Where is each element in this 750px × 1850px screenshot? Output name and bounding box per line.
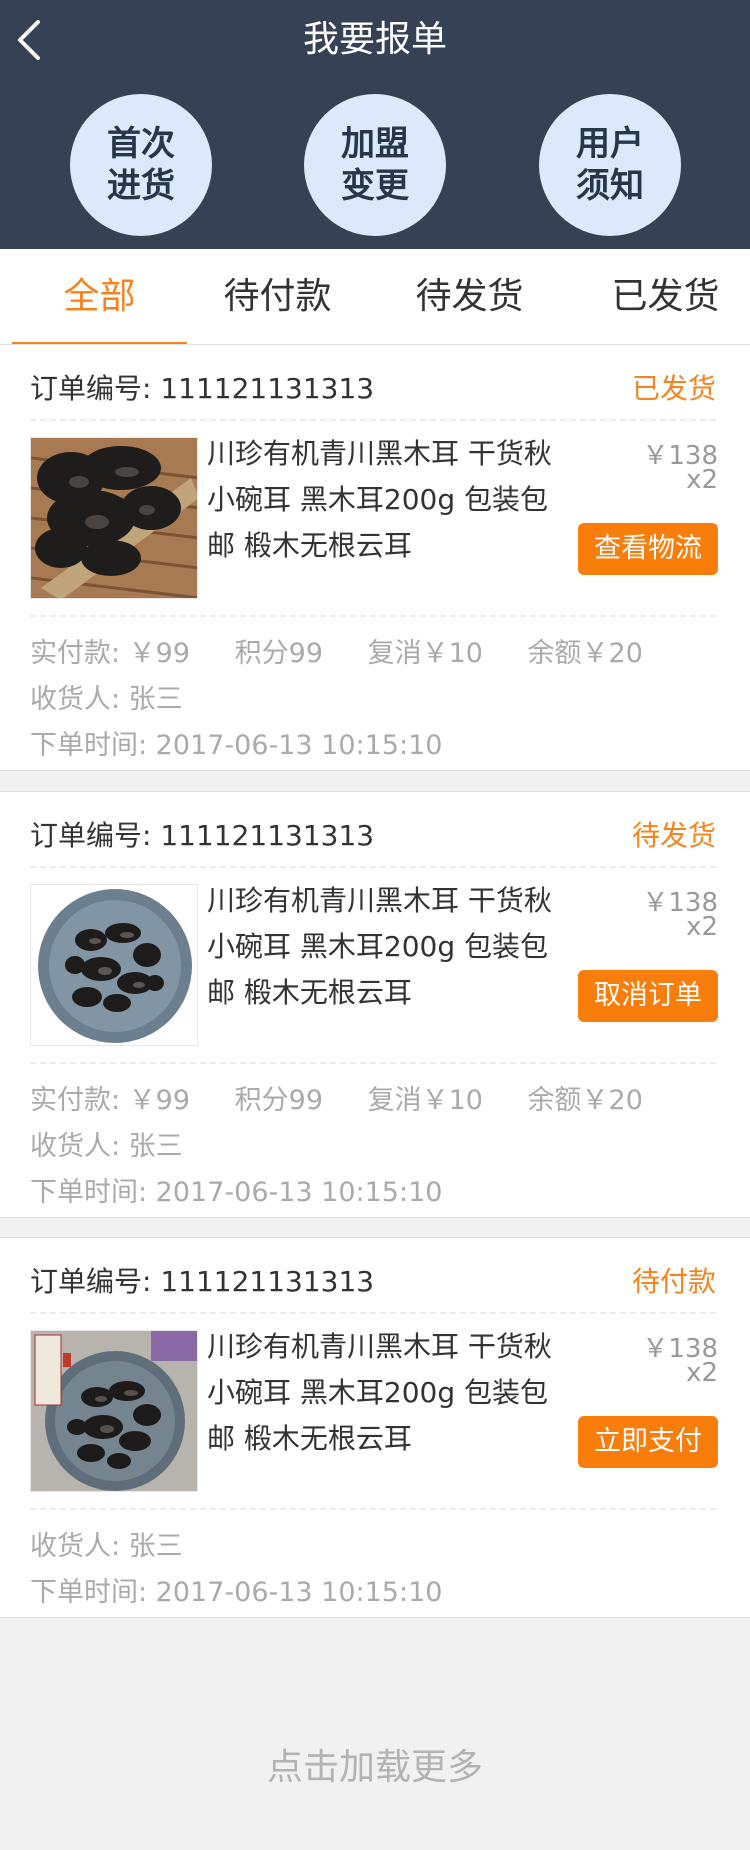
paid-amount: 实付款: ￥99	[30, 638, 191, 669]
tab-all[interactable]: 全部	[12, 249, 187, 345]
divider	[30, 1508, 716, 1510]
order-number: 订单编号: 111121131313	[30, 1265, 375, 1298]
product-name[interactable]: 川珍有机青川黑木耳 干货秋小碗耳 黑木耳200g 包装包邮 椴木无根云耳	[207, 1324, 557, 1462]
tab-shipped[interactable]: 已发货	[578, 249, 750, 345]
divider	[30, 615, 716, 617]
first-stock-button[interactable]: 首次进货	[70, 94, 212, 236]
payment-summary: 实付款: ￥99 积分99 复消￥10 余额￥20	[30, 631, 679, 670]
product-image[interactable]	[30, 437, 198, 599]
product-image[interactable]	[30, 884, 198, 1046]
order-number: 订单编号: 111121131313	[30, 372, 375, 405]
load-more-button[interactable]: 点击加载更多	[0, 1738, 750, 1790]
page-title: 我要报单	[302, 19, 447, 60]
order-card: 订单编号: 111121131313 已发货 川珍有机青川黑木耳 干货秋小碗耳 …	[0, 344, 750, 771]
payment-summary: 实付款: ￥99 积分99 复消￥10 余额￥20	[30, 1078, 679, 1117]
product-image[interactable]	[30, 1330, 198, 1492]
divider	[30, 419, 716, 421]
product-photo-mushroom-plate	[31, 885, 197, 1045]
product-photo-mushroom-basket	[31, 438, 197, 598]
order-number: 订单编号: 111121131313	[30, 819, 375, 852]
tab-pending-payment[interactable]: 待付款	[190, 249, 365, 345]
divider	[30, 1062, 716, 1064]
resale-amount: 复消￥10	[367, 1085, 483, 1116]
order-card: 订单编号: 111121131313 待付款 川珍有机青川黑木耳 干货秋小碗耳 …	[0, 1237, 750, 1618]
header-bar: 我要报单 首次进货 加盟变更 用户须知	[0, 0, 750, 249]
balance-amount: 余额￥20	[527, 1085, 643, 1116]
divider	[30, 1312, 716, 1314]
resale-amount: 复消￥10	[367, 638, 483, 669]
points: 积分99	[234, 1085, 323, 1116]
order-time: 下单时间: 2017-06-13 10:15:10	[30, 1177, 443, 1208]
order-status: 已发货	[631, 372, 716, 405]
product-name[interactable]: 川珍有机青川黑木耳 干货秋小碗耳 黑木耳200g 包装包邮 椴木无根云耳	[207, 878, 557, 1016]
product-quantity: x2	[686, 912, 718, 942]
receiver: 收货人: 张三	[30, 1531, 183, 1562]
franchise-change-button[interactable]: 加盟变更	[304, 94, 446, 236]
order-time: 下单时间: 2017-06-13 10:15:10	[30, 730, 443, 761]
product-photo-mushroom-package	[31, 1331, 197, 1491]
points: 积分99	[234, 638, 323, 669]
balance-amount: 余额￥20	[527, 638, 643, 669]
order-card: 订单编号: 111121131313 待发货 川珍有机青川黑木耳 干货秋小碗耳 …	[0, 791, 750, 1218]
order-time: 下单时间: 2017-06-13 10:15:10	[30, 1577, 443, 1608]
cancel-order-button[interactable]: 取消订单	[578, 970, 718, 1022]
order-status: 待付款	[631, 1265, 716, 1298]
user-notice-label: 用户须知	[576, 124, 644, 206]
paid-amount: 实付款: ￥99	[30, 1085, 191, 1116]
receiver: 收货人: 张三	[30, 1131, 183, 1162]
order-tabs: 全部 待付款 待发货 已发货	[0, 249, 750, 345]
product-quantity: x2	[686, 1358, 718, 1388]
franchise-change-label: 加盟变更	[341, 124, 409, 206]
first-stock-label: 首次进货	[107, 124, 175, 206]
divider	[30, 866, 716, 868]
product-name[interactable]: 川珍有机青川黑木耳 干货秋小碗耳 黑木耳200g 包装包邮 椴木无根云耳	[207, 431, 557, 569]
receiver: 收货人: 张三	[30, 684, 183, 715]
user-notice-button[interactable]: 用户须知	[539, 94, 681, 236]
view-logistics-button[interactable]: 查看物流	[578, 523, 718, 575]
tab-pending-shipment[interactable]: 待发货	[382, 249, 557, 345]
pay-now-button[interactable]: 立即支付	[578, 1416, 718, 1468]
order-status: 待发货	[631, 819, 716, 852]
product-quantity: x2	[686, 465, 718, 495]
